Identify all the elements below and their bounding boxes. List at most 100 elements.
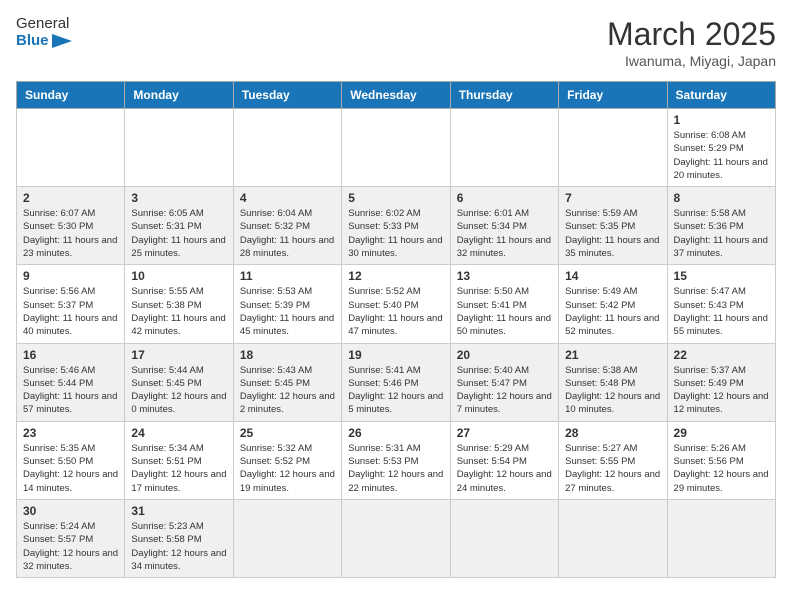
- calendar-cell: 21 Sunrise: 5:38 AM Sunset: 5:48 PM Dayli…: [559, 343, 667, 421]
- calendar-cell: 11Sunrise: 5:53 AM Sunset: 5:39 PM Dayli…: [233, 265, 341, 343]
- day-info: Sunrise: 5:31 AM Sunset: 5:53 PM Dayligh…: [348, 442, 443, 495]
- calendar-cell: 27Sunrise: 5:29 AM Sunset: 5:54 PM Dayli…: [450, 421, 558, 499]
- day-number: 22: [674, 348, 769, 362]
- day-number: 26: [348, 426, 443, 440]
- day-info: Sunrise: 5:43 AM Sunset: 5:45 PM Dayligh…: [240, 364, 335, 417]
- day-number: 28: [565, 426, 660, 440]
- title-block: March 2025 Iwanuma, Miyagi, Japan: [607, 16, 776, 69]
- day-info: Sunrise: 5:47 AM Sunset: 5:43 PM Dayligh…: [674, 285, 769, 338]
- weekday-header-tuesday: Tuesday: [233, 82, 341, 109]
- day-number: 18: [240, 348, 335, 362]
- logo: General Blue: [16, 16, 72, 49]
- day-number: 2: [23, 191, 118, 205]
- calendar-cell: [559, 499, 667, 577]
- weekday-header-saturday: Saturday: [667, 82, 775, 109]
- calendar-cell: 20 Sunrise: 5:40 AM Sunset: 5:47 PM Dayli…: [450, 343, 558, 421]
- day-number: 3: [131, 191, 226, 205]
- calendar-cell: 22 Sunrise: 5:37 AM Sunset: 5:49 PM Dayli…: [667, 343, 775, 421]
- day-info: Sunrise: 6:04 AM Sunset: 5:32 PM Dayligh…: [240, 207, 335, 260]
- day-info: Sunrise: 5:46 AM Sunset: 5:44 PM Dayligh…: [23, 364, 118, 417]
- day-number: 12: [348, 269, 443, 283]
- calendar: SundayMondayTuesdayWednesdayThursdayFrid…: [16, 81, 776, 578]
- day-info: Sunrise: 5:32 AM Sunset: 5:52 PM Dayligh…: [240, 442, 335, 495]
- calendar-cell: 3Sunrise: 6:05 AM Sunset: 5:31 PM Daylig…: [125, 187, 233, 265]
- calendar-cell: 23Sunrise: 5:35 AM Sunset: 5:50 PM Dayli…: [17, 421, 125, 499]
- week-row-2: 2 Sunrise: 6:07 AM Sunset: 5:30 PM Daylig…: [17, 187, 776, 265]
- day-number: 27: [457, 426, 552, 440]
- day-info: Sunrise: 5:27 AM Sunset: 5:55 PM Dayligh…: [565, 442, 660, 495]
- day-number: 9: [23, 269, 118, 283]
- day-number: 13: [457, 269, 552, 283]
- day-info: Sunrise: 5:23 AM Sunset: 5:58 PM Dayligh…: [131, 520, 226, 573]
- calendar-cell: 26 Sunrise: 5:31 AM Sunset: 5:53 PM Dayli…: [342, 421, 450, 499]
- header: General Blue March 2025 Iwanuma, Miyagi,…: [16, 16, 776, 69]
- day-info: Sunrise: 5:24 AM Sunset: 5:57 PM Dayligh…: [23, 520, 118, 573]
- day-info: Sunrise: 5:50 AM Sunset: 5:41 PM Dayligh…: [457, 285, 552, 338]
- calendar-cell: 25 Sunrise: 5:32 AM Sunset: 5:52 PM Dayli…: [233, 421, 341, 499]
- day-info: Sunrise: 5:38 AM Sunset: 5:48 PM Dayligh…: [565, 364, 660, 417]
- day-number: 19: [348, 348, 443, 362]
- calendar-cell: [450, 499, 558, 577]
- day-number: 23: [23, 426, 118, 440]
- calendar-cell: [450, 109, 558, 187]
- calendar-cell: [233, 499, 341, 577]
- day-info: Sunrise: 5:37 AM Sunset: 5:49 PM Dayligh…: [674, 364, 769, 417]
- week-row-3: 9 Sunrise: 5:56 AM Sunset: 5:37 PM Daylig…: [17, 265, 776, 343]
- day-number: 25: [240, 426, 335, 440]
- calendar-cell: 10 Sunrise: 5:55 AM Sunset: 5:38 PM Dayli…: [125, 265, 233, 343]
- day-number: 20: [457, 348, 552, 362]
- calendar-cell: 9 Sunrise: 5:56 AM Sunset: 5:37 PM Daylig…: [17, 265, 125, 343]
- calendar-cell: 1Sunrise: 6:08 AM Sunset: 5:29 PM Daylig…: [667, 109, 775, 187]
- calendar-cell: 12 Sunrise: 5:52 AM Sunset: 5:40 PM Dayli…: [342, 265, 450, 343]
- day-info: Sunrise: 5:55 AM Sunset: 5:38 PM Dayligh…: [131, 285, 226, 338]
- calendar-cell: 5 Sunrise: 6:02 AM Sunset: 5:33 PM Daylig…: [342, 187, 450, 265]
- calendar-cell: 6Sunrise: 6:01 AM Sunset: 5:34 PM Daylig…: [450, 187, 558, 265]
- week-row-4: 16 Sunrise: 5:46 AM Sunset: 5:44 PM Dayli…: [17, 343, 776, 421]
- day-info: Sunrise: 5:34 AM Sunset: 5:51 PM Dayligh…: [131, 442, 226, 495]
- calendar-cell: 16 Sunrise: 5:46 AM Sunset: 5:44 PM Dayli…: [17, 343, 125, 421]
- location-title: Iwanuma, Miyagi, Japan: [607, 53, 776, 69]
- day-info: Sunrise: 6:07 AM Sunset: 5:30 PM Dayligh…: [23, 207, 118, 260]
- day-number: 14: [565, 269, 660, 283]
- calendar-cell: 24 Sunrise: 5:34 AM Sunset: 5:51 PM Dayli…: [125, 421, 233, 499]
- calendar-cell: 18 Sunrise: 5:43 AM Sunset: 5:45 PM Dayli…: [233, 343, 341, 421]
- week-row-5: 23Sunrise: 5:35 AM Sunset: 5:50 PM Dayli…: [17, 421, 776, 499]
- day-info: Sunrise: 5:41 AM Sunset: 5:46 PM Dayligh…: [348, 364, 443, 417]
- day-number: 5: [348, 191, 443, 205]
- calendar-cell: [667, 499, 775, 577]
- calendar-cell: 19 Sunrise: 5:41 AM Sunset: 5:46 PM Dayli…: [342, 343, 450, 421]
- day-number: 1: [674, 113, 769, 127]
- day-number: 29: [674, 426, 769, 440]
- day-info: Sunrise: 6:02 AM Sunset: 5:33 PM Dayligh…: [348, 207, 443, 260]
- day-number: 15: [674, 269, 769, 283]
- day-number: 21: [565, 348, 660, 362]
- calendar-cell: 31Sunrise: 5:23 AM Sunset: 5:58 PM Dayli…: [125, 499, 233, 577]
- weekday-header-wednesday: Wednesday: [342, 82, 450, 109]
- calendar-cell: 30Sunrise: 5:24 AM Sunset: 5:57 PM Dayli…: [17, 499, 125, 577]
- calendar-cell: [559, 109, 667, 187]
- weekday-header-monday: Monday: [125, 82, 233, 109]
- day-info: Sunrise: 5:58 AM Sunset: 5:36 PM Dayligh…: [674, 207, 769, 260]
- day-number: 11: [240, 269, 335, 283]
- calendar-cell: 7 Sunrise: 5:59 AM Sunset: 5:35 PM Daylig…: [559, 187, 667, 265]
- day-number: 24: [131, 426, 226, 440]
- calendar-cell: 8Sunrise: 5:58 AM Sunset: 5:36 PM Daylig…: [667, 187, 775, 265]
- calendar-cell: 13 Sunrise: 5:50 AM Sunset: 5:41 PM Dayli…: [450, 265, 558, 343]
- day-info: Sunrise: 5:52 AM Sunset: 5:40 PM Dayligh…: [348, 285, 443, 338]
- weekday-header-friday: Friday: [559, 82, 667, 109]
- day-number: 10: [131, 269, 226, 283]
- day-number: 16: [23, 348, 118, 362]
- day-info: Sunrise: 5:56 AM Sunset: 5:37 PM Dayligh…: [23, 285, 118, 338]
- calendar-cell: [233, 109, 341, 187]
- day-number: 7: [565, 191, 660, 205]
- weekday-header-sunday: Sunday: [17, 82, 125, 109]
- calendar-cell: 14 Sunrise: 5:49 AM Sunset: 5:42 PM Dayli…: [559, 265, 667, 343]
- calendar-cell: 15 Sunrise: 5:47 AM Sunset: 5:43 PM Dayli…: [667, 265, 775, 343]
- day-info: Sunrise: 5:40 AM Sunset: 5:47 PM Dayligh…: [457, 364, 552, 417]
- day-info: Sunrise: 6:01 AM Sunset: 5:34 PM Dayligh…: [457, 207, 552, 260]
- day-info: Sunrise: 5:49 AM Sunset: 5:42 PM Dayligh…: [565, 285, 660, 338]
- calendar-cell: [342, 499, 450, 577]
- calendar-cell: 28 Sunrise: 5:27 AM Sunset: 5:55 PM Dayli…: [559, 421, 667, 499]
- calendar-cell: [17, 109, 125, 187]
- day-info: Sunrise: 5:59 AM Sunset: 5:35 PM Dayligh…: [565, 207, 660, 260]
